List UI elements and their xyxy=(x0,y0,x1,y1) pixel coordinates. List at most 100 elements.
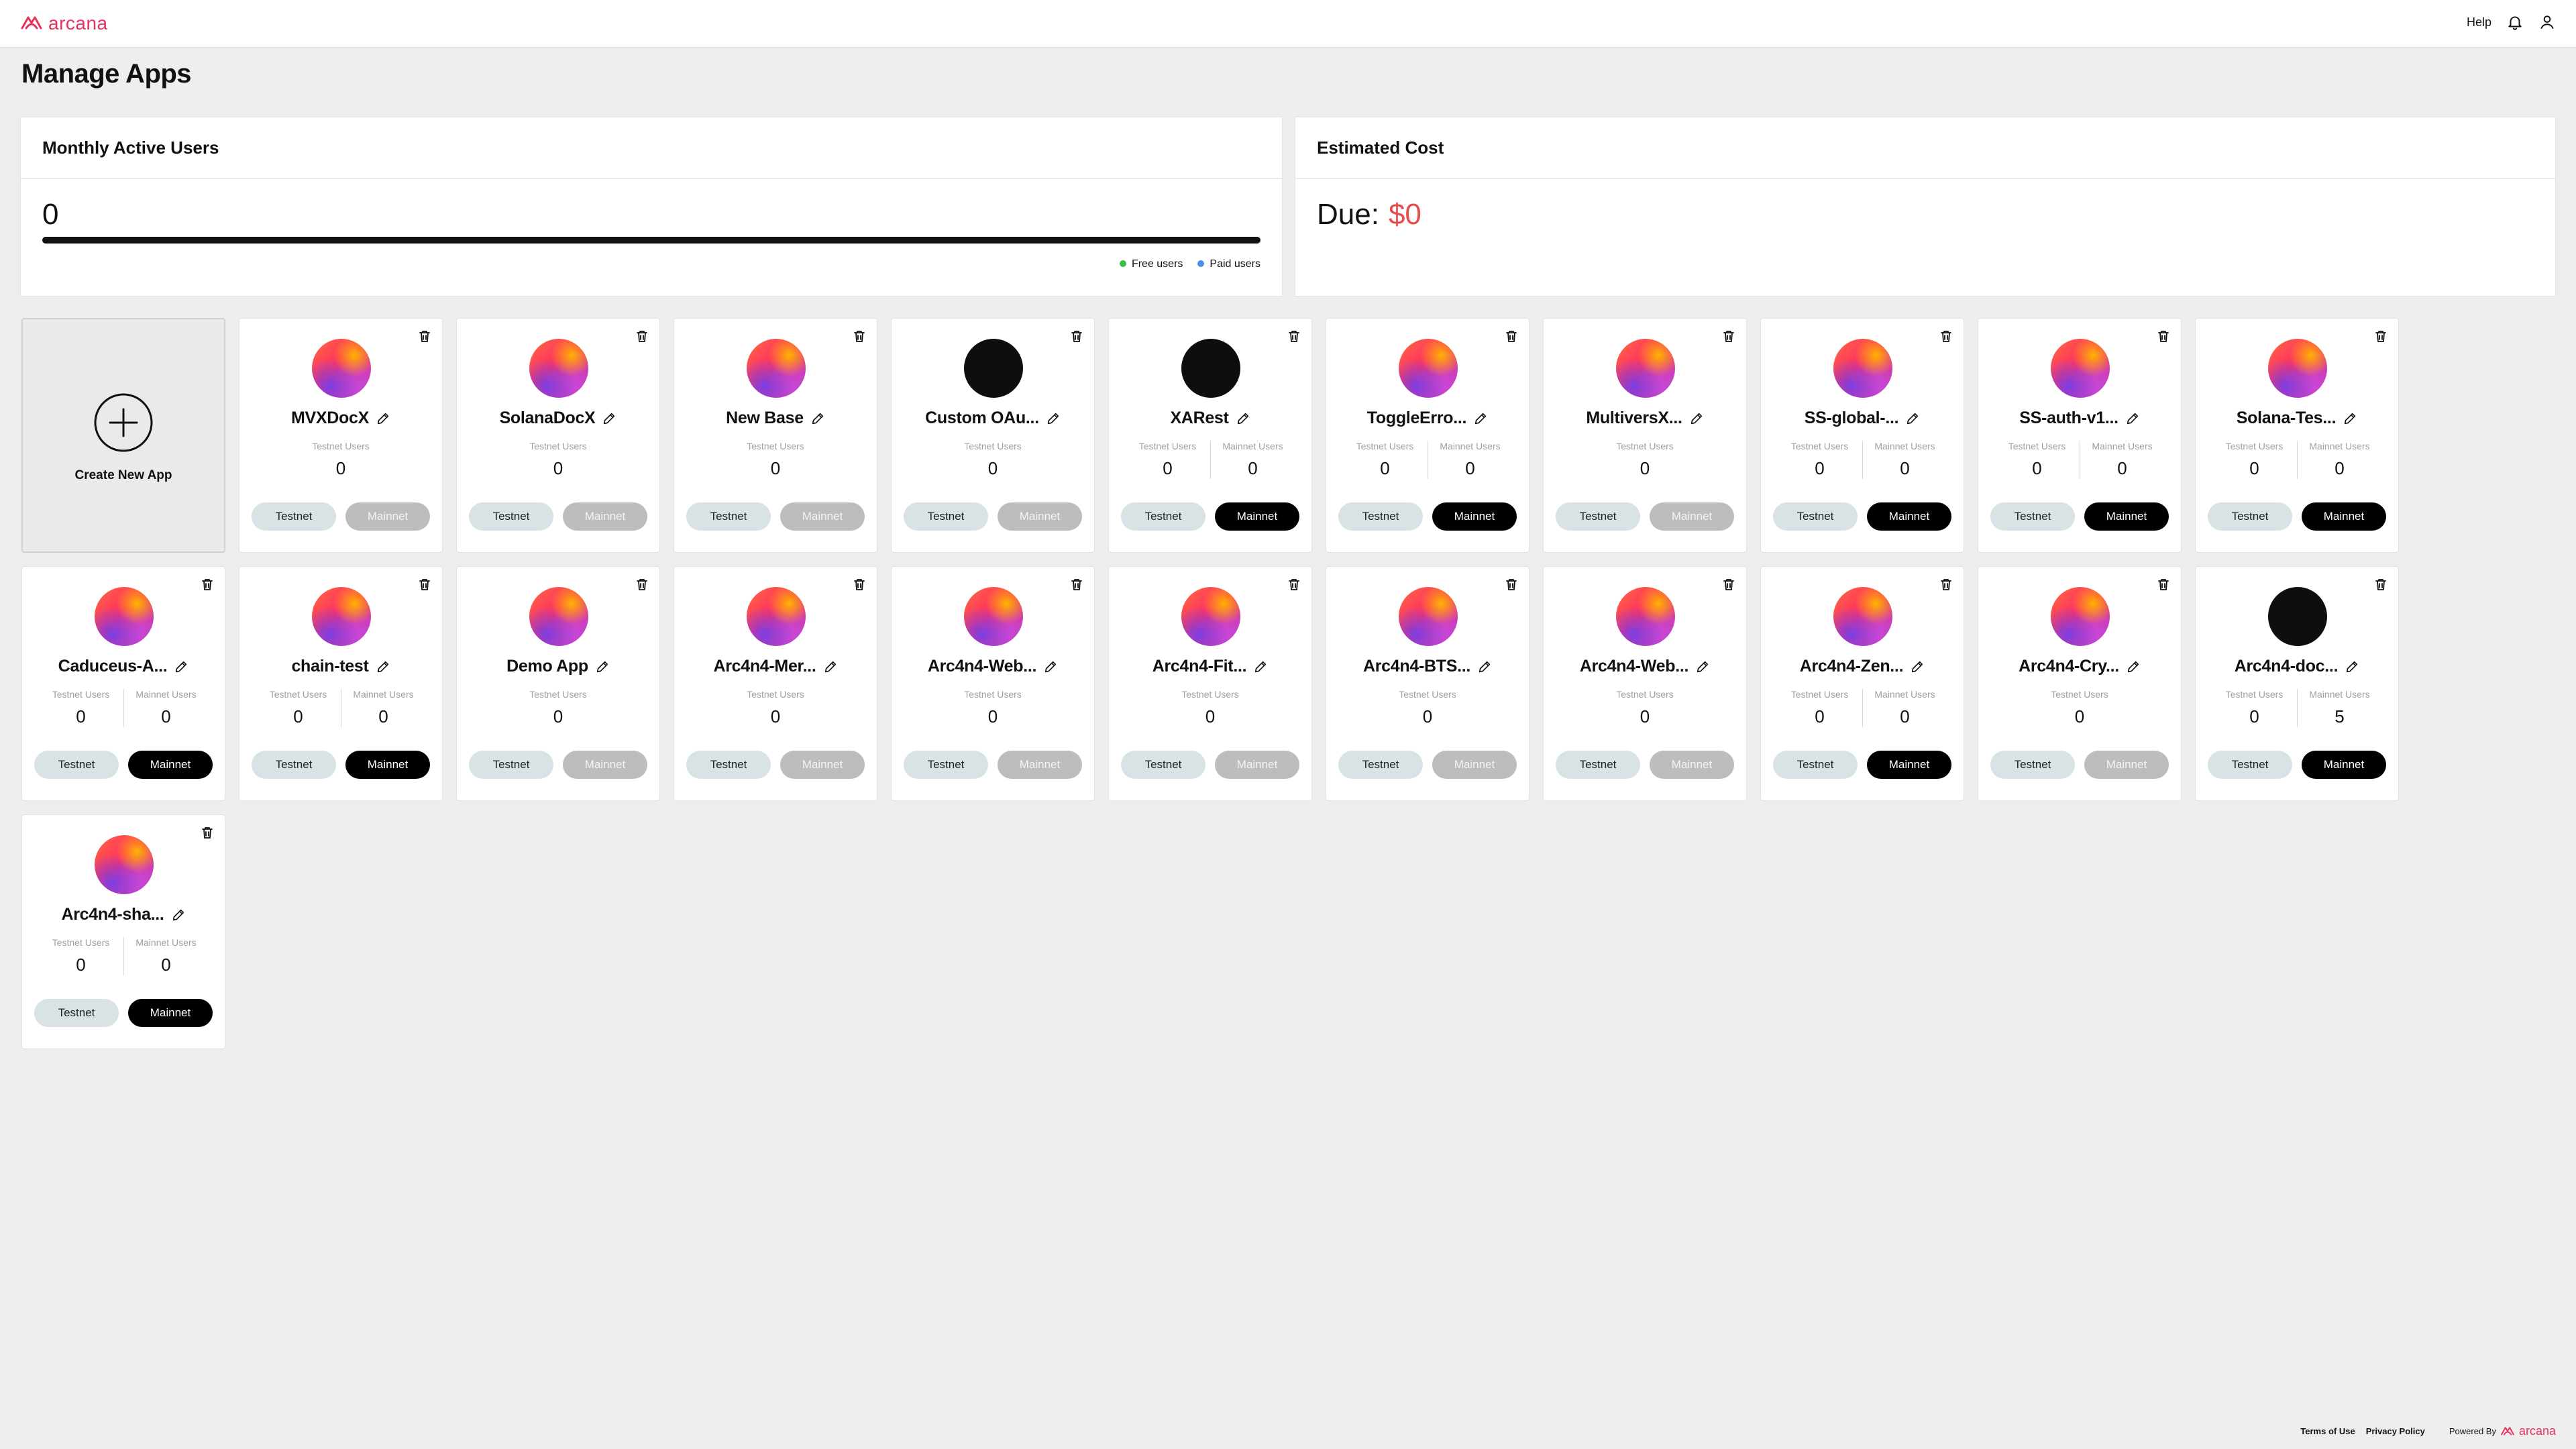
app-card[interactable]: Arc4n4-Web... Testnet Users 0 Testnet Mainne… xyxy=(891,566,1095,801)
app-card[interactable]: chain-test Testnet Users 0 Mainnet Users 0 Te… xyxy=(239,566,443,801)
mainnet-button[interactable]: Mainnet xyxy=(1215,502,1299,531)
trash-icon[interactable] xyxy=(851,576,867,592)
trash-icon[interactable] xyxy=(417,328,433,344)
trash-icon[interactable] xyxy=(1069,576,1085,592)
pencil-icon[interactable] xyxy=(602,411,616,426)
bell-icon[interactable] xyxy=(2506,13,2524,31)
pencil-icon[interactable] xyxy=(1473,411,1488,426)
pencil-icon[interactable] xyxy=(1910,659,1925,674)
testnet-button[interactable]: Testnet xyxy=(1556,751,1640,779)
pencil-icon[interactable] xyxy=(1695,659,1710,674)
testnet-button[interactable]: Testnet xyxy=(252,751,336,779)
trash-icon[interactable] xyxy=(1503,576,1519,592)
pencil-icon[interactable] xyxy=(1046,411,1061,426)
trash-icon[interactable] xyxy=(1503,328,1519,344)
create-new-app-card[interactable]: Create New App xyxy=(21,318,225,553)
testnet-button[interactable]: Testnet xyxy=(904,751,988,779)
pencil-icon[interactable] xyxy=(1905,411,1920,426)
app-card[interactable]: SolanaDocX Testnet Users 0 Testnet Mainnet xyxy=(456,318,660,553)
app-card[interactable]: SS-auth-v1... Testnet Users 0 Mainnet Users… xyxy=(1978,318,2182,553)
testnet-button[interactable]: Testnet xyxy=(686,751,771,779)
mainnet-button[interactable]: Mainnet xyxy=(2302,751,2386,779)
app-card[interactable]: Custom OAu... Testnet Users 0 Testnet Mainne… xyxy=(891,318,1095,553)
mainnet-button[interactable]: Mainnet xyxy=(1432,502,1517,531)
testnet-button[interactable]: Testnet xyxy=(34,999,119,1027)
app-card[interactable]: Arc4n4-Fit... Testnet Users 0 Testnet Mainne… xyxy=(1108,566,1312,801)
pencil-icon[interactable] xyxy=(595,659,610,674)
app-card[interactable]: Demo App Testnet Users 0 Testnet Mainnet xyxy=(456,566,660,801)
mainnet-button[interactable]: Mainnet xyxy=(2084,502,2169,531)
pencil-icon[interactable] xyxy=(810,411,825,426)
mainnet-button[interactable]: Mainnet xyxy=(128,751,213,779)
privacy-link[interactable]: Privacy Policy xyxy=(2366,1426,2425,1436)
testnet-button[interactable]: Testnet xyxy=(1121,502,1205,531)
testnet-button[interactable]: Testnet xyxy=(2208,751,2292,779)
help-link[interactable]: Help xyxy=(2467,15,2491,30)
app-card[interactable]: Arc4n4-Mer... Testnet Users 0 Testnet Mainne… xyxy=(674,566,877,801)
pencil-icon[interactable] xyxy=(823,659,838,674)
trash-icon[interactable] xyxy=(1069,328,1085,344)
app-card[interactable]: Arc4n4-Web... Testnet Users 0 Testnet Mainne… xyxy=(1543,566,1747,801)
app-card[interactable]: Arc4n4-doc... Testnet Users 0 Mainnet Users… xyxy=(2195,566,2399,801)
pencil-icon[interactable] xyxy=(1236,411,1250,426)
mainnet-button[interactable]: Mainnet xyxy=(1867,751,1951,779)
app-card[interactable]: Arc4n4-BTS... Testnet Users 0 Testnet Mainne… xyxy=(1326,566,1529,801)
pencil-icon[interactable] xyxy=(2343,411,2357,426)
trash-icon[interactable] xyxy=(2155,576,2171,592)
pencil-icon[interactable] xyxy=(1689,411,1704,426)
pencil-icon[interactable] xyxy=(1477,659,1492,674)
pencil-icon[interactable] xyxy=(174,659,189,674)
trash-icon[interactable] xyxy=(634,328,650,344)
testnet-button[interactable]: Testnet xyxy=(1338,751,1423,779)
trash-icon[interactable] xyxy=(1286,328,1302,344)
mainnet-button[interactable]: Mainnet xyxy=(1215,751,1299,779)
pencil-icon[interactable] xyxy=(1253,659,1268,674)
app-card[interactable]: MultiversX... Testnet Users 0 Testnet Mainne… xyxy=(1543,318,1747,553)
trash-icon[interactable] xyxy=(1286,576,1302,592)
testnet-button[interactable]: Testnet xyxy=(1990,751,2075,779)
pencil-icon[interactable] xyxy=(376,411,390,426)
trash-icon[interactable] xyxy=(199,824,215,841)
pencil-icon[interactable] xyxy=(376,659,390,674)
testnet-button[interactable]: Testnet xyxy=(904,502,988,531)
app-card[interactable]: Caduceus-A... Testnet Users 0 Mainnet Users… xyxy=(21,566,225,801)
mainnet-button[interactable]: Mainnet xyxy=(780,751,865,779)
mainnet-button[interactable]: Mainnet xyxy=(1867,502,1951,531)
mainnet-button[interactable]: Mainnet xyxy=(563,502,647,531)
mainnet-button[interactable]: Mainnet xyxy=(2084,751,2169,779)
trash-icon[interactable] xyxy=(851,328,867,344)
trash-icon[interactable] xyxy=(2155,328,2171,344)
trash-icon[interactable] xyxy=(1721,576,1737,592)
app-card[interactable]: MVXDocX Testnet Users 0 Testnet Mainnet xyxy=(239,318,443,553)
mainnet-button[interactable]: Mainnet xyxy=(1650,502,1734,531)
mainnet-button[interactable]: Mainnet xyxy=(345,502,430,531)
trash-icon[interactable] xyxy=(2373,576,2389,592)
trash-icon[interactable] xyxy=(634,576,650,592)
testnet-button[interactable]: Testnet xyxy=(2208,502,2292,531)
pencil-icon[interactable] xyxy=(171,908,186,922)
app-card[interactable]: XARest Testnet Users 0 Mainnet Users 0 Testne… xyxy=(1108,318,1312,553)
trash-icon[interactable] xyxy=(417,576,433,592)
trash-icon[interactable] xyxy=(1721,328,1737,344)
testnet-button[interactable]: Testnet xyxy=(1773,751,1858,779)
testnet-button[interactable]: Testnet xyxy=(252,502,336,531)
testnet-button[interactable]: Testnet xyxy=(1773,502,1858,531)
app-card[interactable]: Arc4n4-sha... Testnet Users 0 Mainnet Users… xyxy=(21,814,225,1049)
trash-icon[interactable] xyxy=(199,576,215,592)
mainnet-button[interactable]: Mainnet xyxy=(345,751,430,779)
mainnet-button[interactable]: Mainnet xyxy=(2302,502,2386,531)
trash-icon[interactable] xyxy=(1938,328,1954,344)
app-card[interactable]: ToggleErro... Testnet Users 0 Mainnet Users… xyxy=(1326,318,1529,553)
terms-link[interactable]: Terms of Use xyxy=(2300,1426,2355,1436)
mainnet-button[interactable]: Mainnet xyxy=(780,502,865,531)
app-card[interactable]: Arc4n4-Cry... Testnet Users 0 Testnet Mainne… xyxy=(1978,566,2182,801)
app-card[interactable]: Solana-Tes... Testnet Users 0 Mainnet Users… xyxy=(2195,318,2399,553)
testnet-button[interactable]: Testnet xyxy=(1990,502,2075,531)
pencil-icon[interactable] xyxy=(2126,659,2141,674)
mainnet-button[interactable]: Mainnet xyxy=(128,999,213,1027)
app-card[interactable]: New Base Testnet Users 0 Testnet Mainnet xyxy=(674,318,877,553)
mainnet-button[interactable]: Mainnet xyxy=(1650,751,1734,779)
testnet-button[interactable]: Testnet xyxy=(469,751,553,779)
user-icon[interactable] xyxy=(2538,13,2556,31)
arcana-logo[interactable]: arcana xyxy=(20,12,108,34)
